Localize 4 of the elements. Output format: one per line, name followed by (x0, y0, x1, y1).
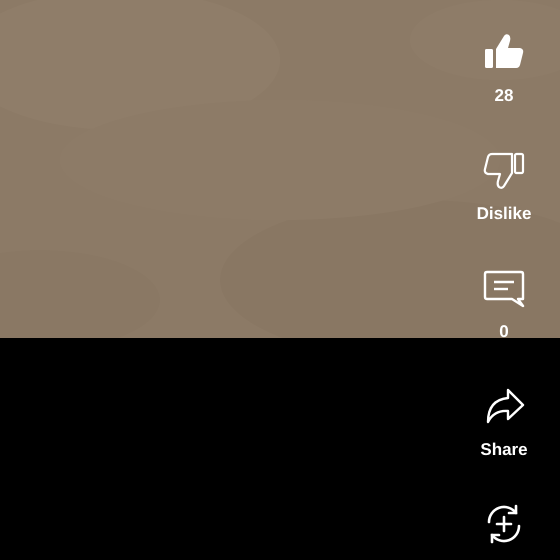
action-label: 0 (499, 322, 509, 342)
action-label: 28 (494, 86, 514, 106)
action-label: Dislike (476, 204, 532, 224)
action-label: Share (480, 440, 528, 460)
